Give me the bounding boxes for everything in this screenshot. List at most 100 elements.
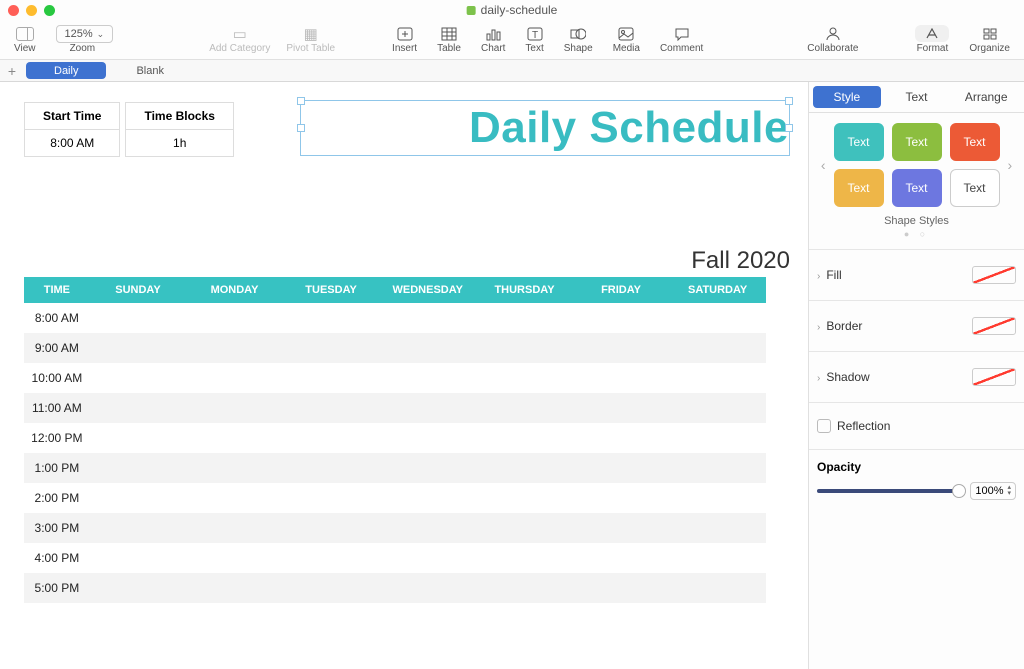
schedule-cell[interactable] xyxy=(90,483,187,513)
schedule-cell[interactable] xyxy=(379,573,476,603)
schedule-cell[interactable] xyxy=(573,543,669,573)
text-button[interactable]: T Text xyxy=(517,25,551,54)
schedule-cell[interactable] xyxy=(186,393,283,423)
shape-style-3[interactable]: Text xyxy=(950,123,1000,161)
schedule-cell[interactable] xyxy=(283,423,380,453)
style-prev-button[interactable]: ‹ xyxy=(819,157,828,173)
schedule-cell[interactable] xyxy=(669,453,766,483)
schedule-cell[interactable] xyxy=(379,513,476,543)
reflection-row[interactable]: Reflection xyxy=(817,413,1016,439)
chart-button[interactable]: Chart xyxy=(473,25,513,54)
sheet-tab-blank[interactable]: Blank xyxy=(108,60,192,81)
schedule-cell[interactable] xyxy=(283,513,380,543)
params-header-start-time[interactable]: Start Time xyxy=(24,102,120,130)
time-cell[interactable]: 4:00 PM xyxy=(24,543,90,573)
fill-row[interactable]: ›Fill xyxy=(817,260,1016,290)
insert-button[interactable]: Insert xyxy=(384,25,425,54)
schedule-header-cell[interactable]: SUNDAY xyxy=(90,277,187,303)
view-button[interactable]: View xyxy=(6,20,44,59)
schedule-cell[interactable] xyxy=(476,483,573,513)
schedule-cell[interactable] xyxy=(186,423,283,453)
shape-style-1[interactable]: Text xyxy=(834,123,884,161)
schedule-cell[interactable] xyxy=(476,513,573,543)
schedule-cell[interactable] xyxy=(283,363,380,393)
title-text-box[interactable]: Daily Schedule xyxy=(300,100,790,156)
schedule-cell[interactable] xyxy=(283,393,380,423)
schedule-header-cell[interactable]: SATURDAY xyxy=(669,277,766,303)
schedule-cell[interactable] xyxy=(379,453,476,483)
shape-style-4[interactable]: Text xyxy=(834,169,884,207)
schedule-title[interactable]: Daily Schedule xyxy=(301,103,789,153)
time-cell[interactable]: 9:00 AM xyxy=(24,333,90,363)
zoom-control[interactable]: 125%⌄ Zoom xyxy=(44,20,122,59)
schedule-cell[interactable] xyxy=(90,423,187,453)
time-cell[interactable]: 5:00 PM xyxy=(24,573,90,603)
schedule-header-cell[interactable]: TUESDAY xyxy=(283,277,380,303)
schedule-cell[interactable] xyxy=(379,303,476,333)
params-header-time-blocks[interactable]: Time Blocks xyxy=(125,102,233,130)
schedule-cell[interactable] xyxy=(186,513,283,543)
schedule-cell[interactable] xyxy=(573,483,669,513)
inspector-tab-style[interactable]: Style xyxy=(813,86,881,108)
schedule-cell[interactable] xyxy=(476,573,573,603)
media-button[interactable]: Media xyxy=(605,25,648,54)
schedule-cell[interactable] xyxy=(669,573,766,603)
schedule-cell[interactable] xyxy=(186,483,283,513)
schedule-cell[interactable] xyxy=(90,453,187,483)
minimize-window-button[interactable] xyxy=(26,5,37,16)
schedule-cell[interactable] xyxy=(476,453,573,483)
schedule-cell[interactable] xyxy=(90,573,187,603)
schedule-cell[interactable] xyxy=(90,363,187,393)
schedule-cell[interactable] xyxy=(283,453,380,483)
schedule-cell[interactable] xyxy=(476,333,573,363)
resize-handle[interactable] xyxy=(297,97,305,105)
params-cell-start-time[interactable]: 8:00 AM xyxy=(24,130,120,157)
opacity-slider[interactable] xyxy=(817,489,962,493)
parameters-table[interactable]: Start Time 8:00 AM Time Blocks 1h xyxy=(24,102,234,157)
style-next-button[interactable]: › xyxy=(1006,157,1015,173)
schedule-cell[interactable] xyxy=(379,333,476,363)
resize-handle[interactable] xyxy=(297,124,305,132)
schedule-cell[interactable] xyxy=(669,483,766,513)
schedule-cell[interactable] xyxy=(283,303,380,333)
schedule-cell[interactable] xyxy=(573,453,669,483)
time-cell[interactable]: 1:00 PM xyxy=(24,453,90,483)
resize-handle[interactable] xyxy=(785,124,793,132)
format-button[interactable]: Format xyxy=(907,25,957,54)
spreadsheet-canvas[interactable]: Start Time 8:00 AM Time Blocks 1h Daily … xyxy=(0,82,808,669)
sheet-tab-daily[interactable]: Daily xyxy=(26,62,106,79)
schedule-cell[interactable] xyxy=(90,303,187,333)
time-cell[interactable]: 2:00 PM xyxy=(24,483,90,513)
schedule-header-cell[interactable]: WEDNESDAY xyxy=(379,277,476,303)
schedule-cell[interactable] xyxy=(669,303,766,333)
schedule-cell[interactable] xyxy=(573,573,669,603)
schedule-cell[interactable] xyxy=(283,483,380,513)
schedule-cell[interactable] xyxy=(90,543,187,573)
organize-button[interactable]: Organize xyxy=(961,25,1018,54)
schedule-header-cell[interactable]: THURSDAY xyxy=(476,277,573,303)
border-swatch[interactable] xyxy=(972,317,1016,335)
schedule-cell[interactable] xyxy=(476,423,573,453)
schedule-header-cell[interactable]: MONDAY xyxy=(186,277,283,303)
schedule-cell[interactable] xyxy=(669,393,766,423)
schedule-cell[interactable] xyxy=(186,453,283,483)
time-cell[interactable]: 12:00 PM xyxy=(24,423,90,453)
resize-handle[interactable] xyxy=(785,97,793,105)
schedule-cell[interactable] xyxy=(186,303,283,333)
slider-knob[interactable] xyxy=(952,484,966,498)
shape-style-6[interactable]: Text xyxy=(950,169,1000,207)
shape-style-5[interactable]: Text xyxy=(892,169,942,207)
collaborate-button[interactable]: Collaborate xyxy=(799,25,866,54)
time-cell[interactable]: 10:00 AM xyxy=(24,363,90,393)
close-window-button[interactable] xyxy=(8,5,19,16)
schedule-cell[interactable] xyxy=(476,363,573,393)
schedule-cell[interactable] xyxy=(573,303,669,333)
fill-swatch[interactable] xyxy=(972,266,1016,284)
shadow-row[interactable]: ›Shadow xyxy=(817,362,1016,392)
reflection-checkbox[interactable] xyxy=(817,419,831,433)
schedule-cell[interactable] xyxy=(573,423,669,453)
schedule-cell[interactable] xyxy=(186,573,283,603)
schedule-cell[interactable] xyxy=(573,513,669,543)
time-cell[interactable]: 3:00 PM xyxy=(24,513,90,543)
schedule-cell[interactable] xyxy=(186,333,283,363)
